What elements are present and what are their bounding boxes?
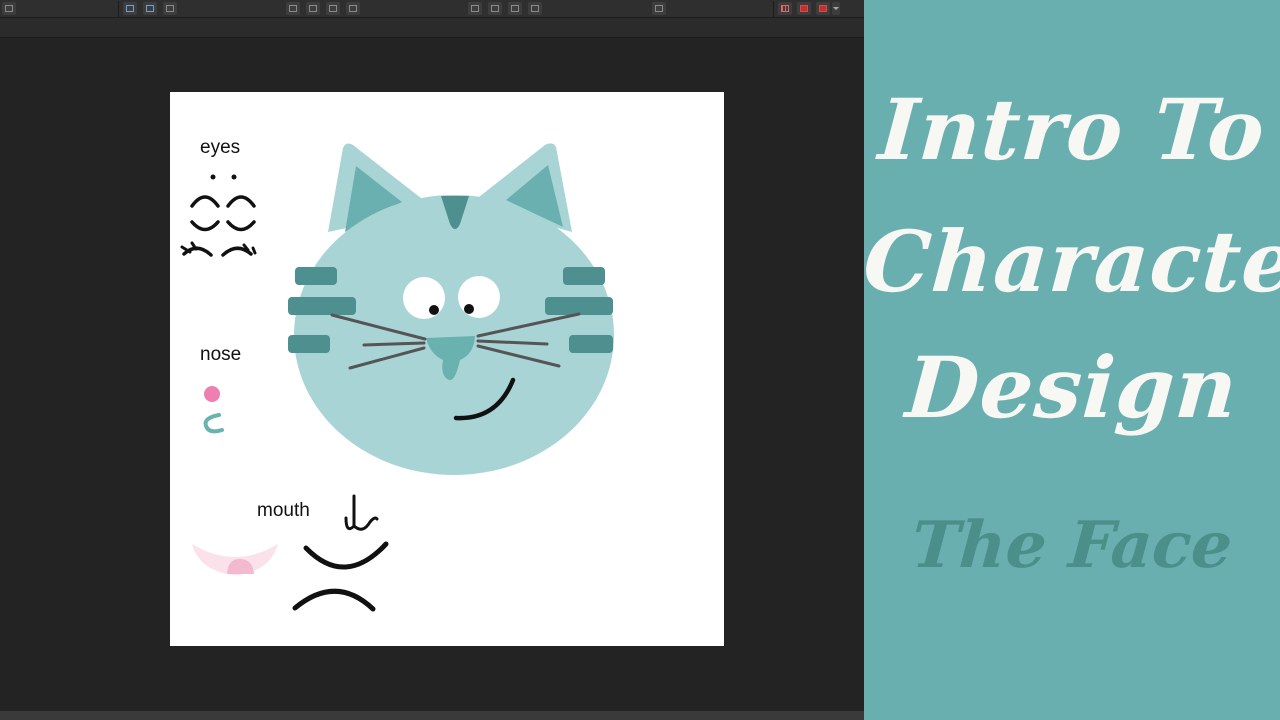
main-toolbar [0, 0, 864, 18]
eye-examples[interactable] [180, 174, 257, 257]
eyes-label: eyes [200, 137, 241, 158]
app-menu-icon[interactable] [2, 2, 16, 15]
nose-label: nose [200, 344, 242, 365]
document-canvas[interactable]: eyes nose mouth [170, 92, 724, 646]
group-icon[interactable] [306, 2, 320, 15]
context-toolbar [0, 18, 864, 38]
title-line-2: Character [860, 212, 1280, 311]
app-window: eyes nose mouth Intro To Character Desig… [0, 0, 1280, 720]
ungroup-icon[interactable] [326, 2, 340, 15]
align-right-icon[interactable] [508, 2, 522, 15]
toolbar-divider [773, 1, 774, 17]
title-line-1: Intro To [875, 80, 1269, 179]
title-panel: Intro To Character Design The Face [860, 0, 1280, 720]
dropdown-icon[interactable] [832, 2, 840, 15]
subtitle: The Face [909, 508, 1235, 583]
editor-area: eyes nose mouth [0, 0, 864, 720]
mouth-label: mouth [257, 500, 310, 521]
select-icon[interactable] [123, 2, 137, 15]
layer-icon[interactable] [346, 2, 360, 15]
status-bar [0, 711, 864, 720]
cat-character[interactable] [288, 143, 614, 475]
distribute-icon[interactable] [528, 2, 542, 15]
artwork [180, 143, 614, 612]
crop-icon[interactable] [163, 2, 177, 15]
magnet-icon[interactable] [816, 2, 830, 15]
snap-icon[interactable] [797, 2, 811, 15]
grid-icon[interactable] [778, 2, 792, 15]
align-center-icon[interactable] [488, 2, 502, 15]
title-line-3: Design [902, 338, 1242, 437]
toolbar-divider [118, 1, 119, 17]
align-left-icon[interactable] [468, 2, 482, 15]
transform-icon[interactable] [143, 2, 157, 15]
nose-examples[interactable] [203, 386, 224, 434]
arrange-icon[interactable] [286, 2, 300, 15]
text-align-icon[interactable] [652, 2, 666, 15]
